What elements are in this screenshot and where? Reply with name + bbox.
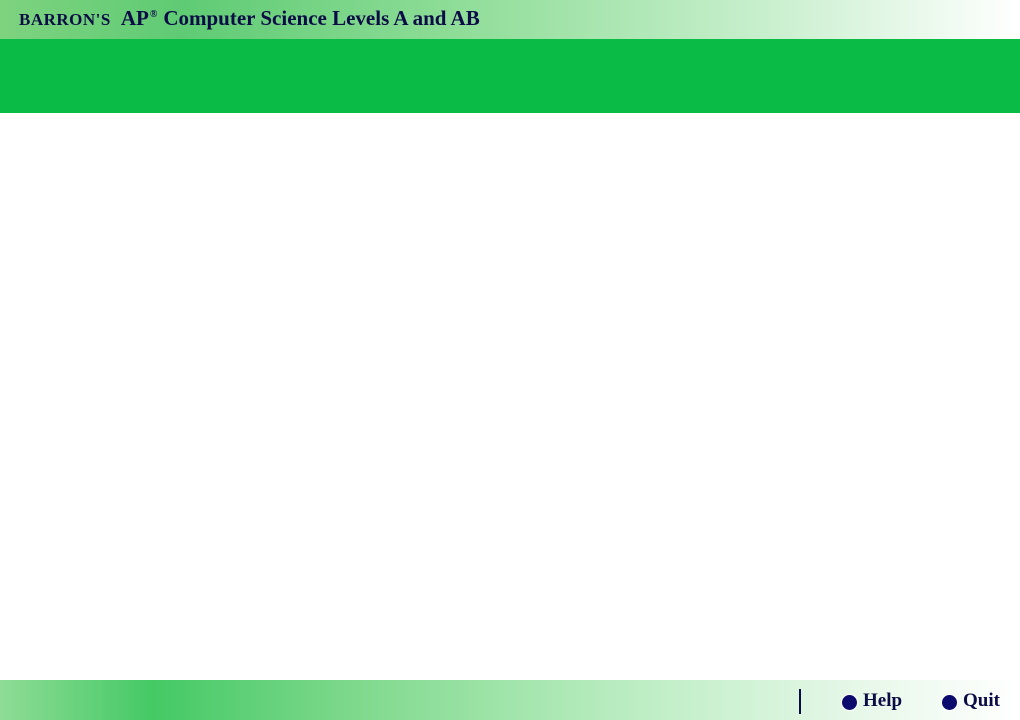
quit-bullet-icon — [941, 694, 958, 711]
quit-button[interactable]: Quit — [941, 690, 1000, 712]
main-content — [0, 113, 1020, 680]
footer-divider — [799, 689, 801, 714]
title-bar: BARRON'S AP® Computer Science Levels A a… — [0, 0, 1020, 39]
ap-text: AP — [120, 6, 149, 30]
footer-bar: Help Quit — [0, 680, 1020, 720]
ap-label: AP® — [121, 6, 157, 31]
app-title: BARRON'S AP® Computer Science Levels A a… — [19, 6, 480, 31]
product-title: Computer Science Levels A and AB — [163, 6, 480, 30]
help-label: Help — [863, 690, 903, 711]
help-bullet-icon — [841, 694, 858, 711]
section-header-band — [0, 39, 1020, 113]
brand-name: BARRON'S — [19, 10, 111, 29]
quit-label: Quit — [963, 690, 1000, 711]
registered-mark: ® — [149, 9, 158, 20]
help-button[interactable]: Help — [841, 690, 902, 712]
